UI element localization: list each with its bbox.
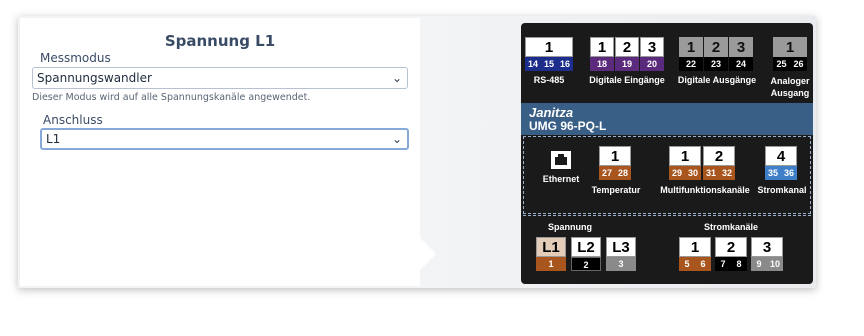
multi-caption: Multifunktionskanäle xyxy=(660,185,750,195)
pin: 14 xyxy=(525,57,541,71)
pin: 1 xyxy=(536,257,566,271)
mode-hint: Dieser Modus wird auf alle Spannungskanä… xyxy=(32,92,311,103)
pin: 10 xyxy=(767,257,783,271)
rs485-number[interactable]: 1 xyxy=(525,37,573,57)
pin: 30 xyxy=(685,166,701,180)
device-diagram: 1 14 15 16 RS-485 1 2 3 18 19 20 Digital… xyxy=(521,23,813,284)
pin: 20 xyxy=(640,57,664,71)
connection-select[interactable]: L1 ⌄ xyxy=(40,128,409,150)
pin: 23 xyxy=(704,57,728,71)
pin: 27 xyxy=(599,166,615,180)
chevron-down-icon: ⌄ xyxy=(391,71,402,85)
divider xyxy=(523,215,811,216)
din-1[interactable]: 1 xyxy=(590,37,614,57)
current-caption: Stromkanal xyxy=(757,185,807,195)
pin: 22 xyxy=(679,57,703,71)
pin: 29 xyxy=(669,166,685,180)
current-number[interactable]: 4 xyxy=(765,146,797,166)
ethernet-caption: Ethernet xyxy=(542,174,580,184)
pin: 15 xyxy=(541,57,557,71)
panel-pointer xyxy=(420,238,436,270)
voltage-l3[interactable]: L3 xyxy=(606,237,636,257)
canvas: Spannung L1 Messmodus Spannungswandler ⌄… xyxy=(0,0,864,336)
dout-1[interactable]: 1 xyxy=(679,37,703,57)
pin: 31 xyxy=(703,166,719,180)
temp-caption: Temperatur xyxy=(591,185,641,195)
current-channels-caption: Stromkanäle xyxy=(703,222,759,232)
pin: 35 xyxy=(765,166,781,180)
aout-caption: Analoger Ausgang xyxy=(770,76,810,98)
aout-number[interactable]: 1 xyxy=(773,37,807,57)
pin: 9 xyxy=(751,257,767,271)
voltage-l1[interactable]: L1 xyxy=(536,237,566,257)
pin: 3 xyxy=(606,257,636,271)
device-model: UMG 96-PQ-L xyxy=(529,119,607,133)
voltage-caption: Spannung xyxy=(548,222,592,232)
rs485-caption: RS-485 xyxy=(533,75,565,85)
pin: 7 xyxy=(715,257,731,271)
pin: 18 xyxy=(590,57,614,71)
pin: 5 xyxy=(679,257,695,271)
pin: 16 xyxy=(557,57,573,71)
temp-number[interactable]: 1 xyxy=(599,146,631,166)
multi-2[interactable]: 2 xyxy=(703,146,735,166)
din-2[interactable]: 2 xyxy=(615,37,639,57)
current-ch-2[interactable]: 2 xyxy=(715,237,747,257)
current-ch-1[interactable]: 1 xyxy=(679,237,711,257)
pin: 6 xyxy=(695,257,711,271)
din-3[interactable]: 3 xyxy=(640,37,664,57)
dout-3[interactable]: 3 xyxy=(729,37,753,57)
connection-label: Anschluss xyxy=(43,113,103,127)
mode-label: Messmodus xyxy=(40,51,111,65)
mode-select[interactable]: Spannungswandler ⌄ xyxy=(32,67,408,89)
brand-logo: Janitza xyxy=(529,105,574,120)
dout-caption: Digitale Ausgänge xyxy=(677,75,757,85)
pin: 36 xyxy=(781,166,797,180)
dout-2[interactable]: 2 xyxy=(704,37,728,57)
current-ch-3[interactable]: 3 xyxy=(751,237,783,257)
din-caption: Digitale Eingänge xyxy=(589,75,665,85)
pin: 25 xyxy=(773,57,790,71)
mode-select-value: Spannungswandler xyxy=(37,71,152,85)
pin: 2 xyxy=(571,257,601,271)
panel-title: Spannung L1 xyxy=(164,32,276,50)
pin: 32 xyxy=(719,166,735,180)
connection-select-value: L1 xyxy=(46,132,61,146)
brand-bar: Janitza UMG 96-PQ-L xyxy=(521,103,813,135)
pin: 26 xyxy=(790,57,807,71)
pin: 8 xyxy=(731,257,747,271)
pin: 28 xyxy=(615,166,631,180)
multi-1[interactable]: 1 xyxy=(669,146,701,166)
pin: 19 xyxy=(615,57,639,71)
pin: 24 xyxy=(729,57,753,71)
ethernet-icon[interactable] xyxy=(551,151,571,169)
settings-panel: Spannung L1 Messmodus Spannungswandler ⌄… xyxy=(20,18,420,286)
voltage-l2[interactable]: L2 xyxy=(571,237,601,257)
chevron-down-icon: ⌄ xyxy=(391,132,402,146)
